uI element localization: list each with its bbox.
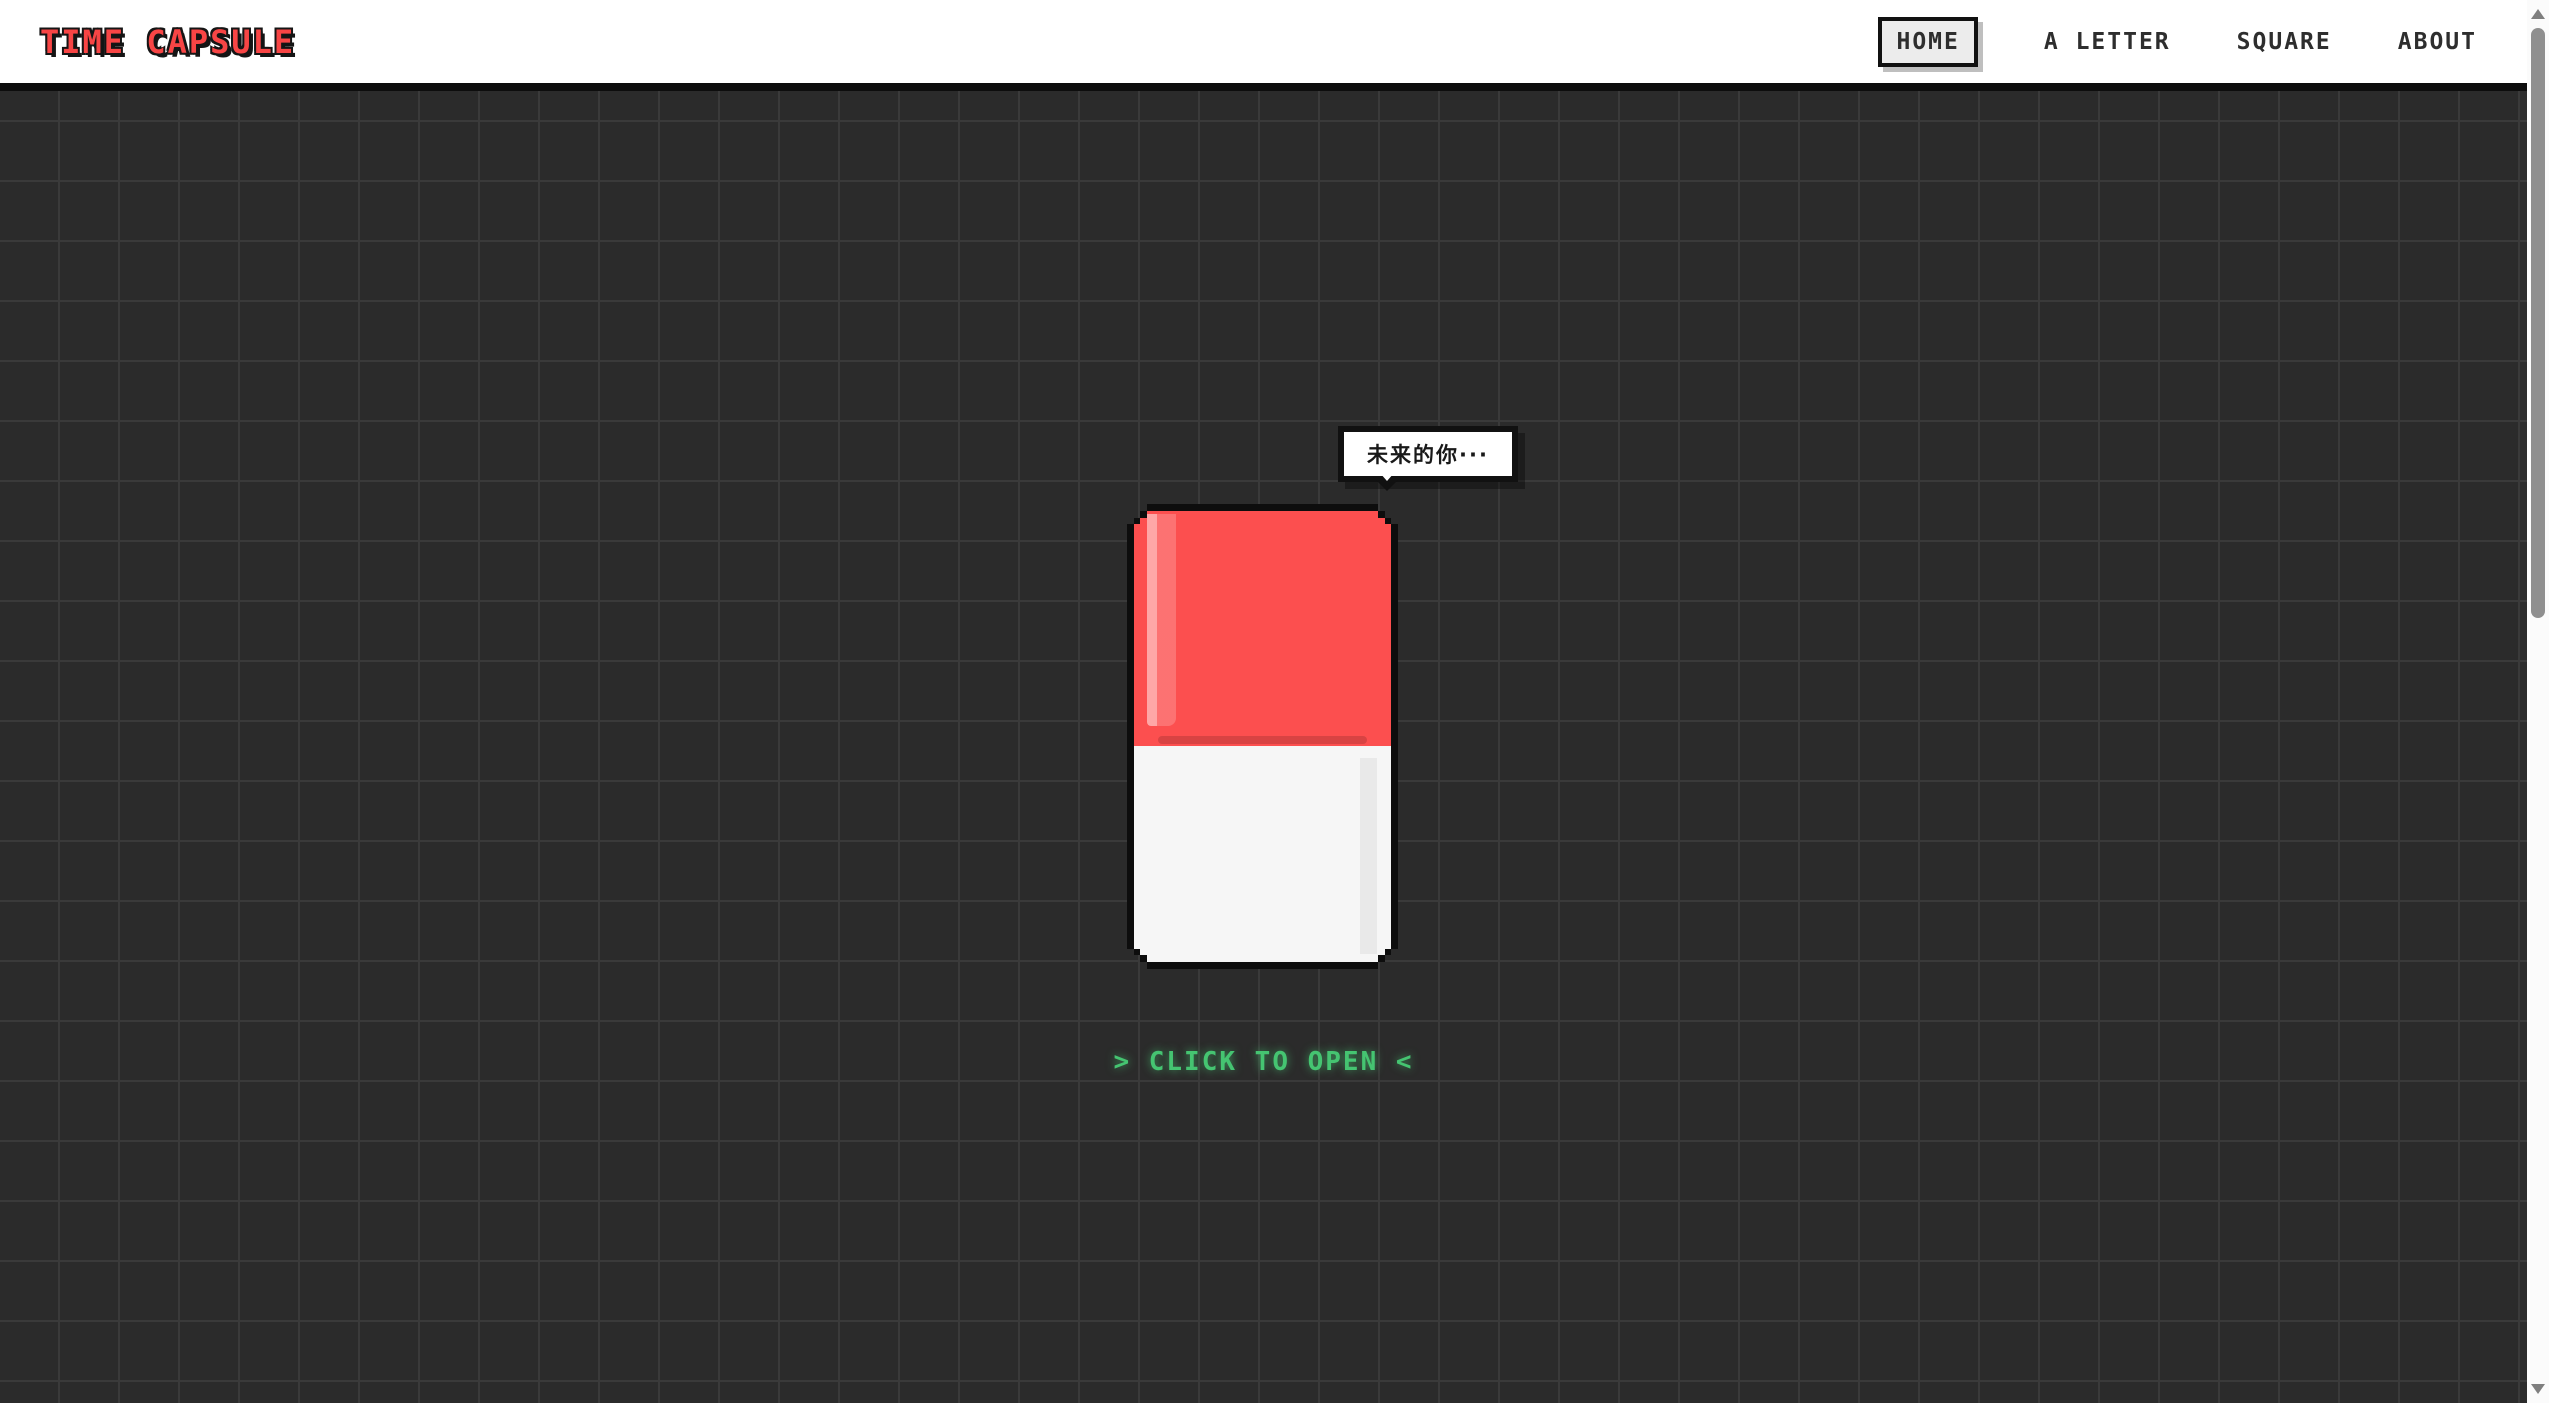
- capsule-highlight: [1147, 514, 1176, 726]
- nav-item-a-letter[interactable]: A LETTER: [2044, 29, 2171, 55]
- nav-item-about[interactable]: ABOUT: [2398, 29, 2477, 55]
- nav-item-home[interactable]: HOME: [1878, 17, 1977, 67]
- hero-section: 未来的你··· > CLICK TO OPEN < SCROLL DOWN: [0, 91, 2527, 1403]
- capsule-white-base: [1134, 746, 1391, 962]
- capsule-body: [1134, 511, 1391, 962]
- capsule-cap-shadow: [1158, 736, 1367, 744]
- scrollbar-up-icon[interactable]: [2531, 9, 2545, 19]
- speech-bubble-text: 未来的你···: [1367, 439, 1489, 469]
- scrollbar-thumb[interactable]: [2531, 28, 2545, 618]
- scrollbar-down-icon[interactable]: [2531, 1384, 2545, 1394]
- site-logo[interactable]: TIME CAPSULE: [40, 23, 295, 61]
- speech-bubble: 未来的你···: [1338, 426, 1518, 482]
- nav-item-square[interactable]: SQUARE: [2237, 29, 2332, 55]
- scrollbar[interactable]: [2527, 0, 2549, 1403]
- click-to-open-label[interactable]: > CLICK TO OPEN <: [0, 1047, 2527, 1077]
- capsule-red-cap: [1134, 511, 1391, 746]
- time-capsule-pill[interactable]: [1127, 504, 1398, 969]
- speech-tail-fill: [1380, 473, 1394, 481]
- main-nav: HOME A LETTER SQUARE ABOUT: [1878, 17, 2477, 67]
- header: TIME CAPSULE HOME A LETTER SQUARE ABOUT: [0, 0, 2527, 91]
- capsule-base-shade: [1360, 758, 1377, 954]
- page: TIME CAPSULE HOME A LETTER SQUARE ABOUT …: [0, 0, 2549, 1403]
